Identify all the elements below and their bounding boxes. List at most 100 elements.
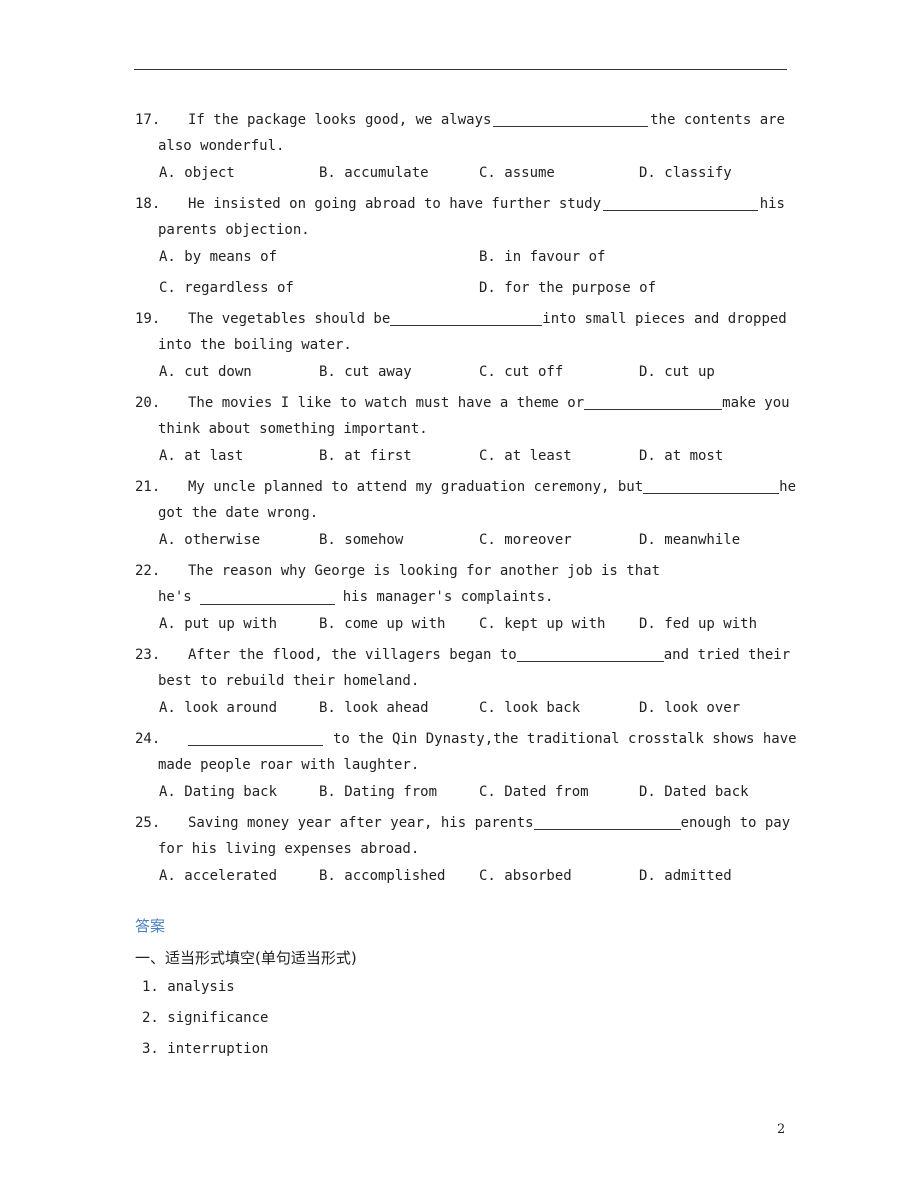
answer-option[interactable]: B. come up with	[319, 616, 479, 632]
question-number: 24.	[135, 730, 161, 747]
question-stem: 23. After the flood, the villagers began …	[135, 641, 790, 668]
answer-option[interactable]: C. kept up with	[479, 616, 639, 632]
question-text-before-blank: My uncle planned to attend my graduation…	[188, 478, 644, 495]
question-number: 25.	[135, 814, 161, 831]
answer-option[interactable]: B. accomplished	[319, 868, 479, 884]
answer-option[interactable]: C. at least	[479, 448, 639, 464]
answer-blank	[584, 395, 723, 410]
question-text: My uncle planned to attend my graduation…	[188, 479, 796, 495]
answer-option[interactable]: B. accumulate	[319, 165, 479, 181]
answer-option[interactable]: D. look over	[639, 700, 799, 716]
question-continuation: made people roar with laughter.	[158, 757, 420, 773]
answer-option[interactable]: A. accelerated	[159, 868, 319, 884]
answer-option[interactable]: C. look back	[479, 700, 639, 716]
question-stem: 25. Saving money year after year, his par…	[135, 809, 790, 836]
answer-option[interactable]: B. look ahead	[319, 700, 479, 716]
answer-blank	[390, 311, 543, 326]
answer-option[interactable]: A. by means of	[159, 249, 479, 265]
answer-option[interactable]: A. Dating back	[159, 784, 319, 800]
question-continuation: best to rebuild their homeland.	[158, 673, 420, 689]
question-stem: 21. My uncle planned to attend my graduat…	[135, 473, 796, 500]
answer-option[interactable]: D. admitted	[639, 868, 799, 884]
question-item: 20. The movies I like to watch must have …	[135, 389, 790, 469]
answer-blank	[516, 647, 664, 662]
answer-option[interactable]: D. meanwhile	[639, 532, 799, 548]
answer-option[interactable]: B. at first	[319, 448, 479, 464]
question-stem: 20. The movies I like to watch must have …	[135, 389, 790, 416]
answer-blank	[533, 815, 681, 830]
answer-option[interactable]: C. moreover	[479, 532, 639, 548]
question-text: If the package looks good, we always the …	[188, 112, 785, 128]
answer-option[interactable]: C. cut off	[479, 364, 639, 380]
answer-option[interactable]: A. cut down	[159, 364, 319, 380]
answer-item: 3. interruption	[142, 1041, 269, 1057]
question-continuation: parents objection.	[158, 222, 310, 238]
answer-option[interactable]: B. somehow	[319, 532, 479, 548]
question-text: The movies I like to watch must have a t…	[188, 395, 790, 411]
question-number: 20.	[135, 394, 161, 411]
answer-blank	[643, 479, 780, 494]
answer-option[interactable]: A. put up with	[159, 616, 319, 632]
answer-blank	[493, 112, 649, 127]
question-text-after-blank: enough to pay	[680, 814, 791, 831]
answer-option[interactable]: B. Dating from	[319, 784, 479, 800]
answer-option[interactable]: A. look around	[159, 700, 319, 716]
answer-option[interactable]: A. otherwise	[159, 532, 319, 548]
question-stem: 18. He insisted on going abroad to have f…	[135, 190, 785, 217]
question-text-after-blank: into small pieces and dropped	[542, 310, 787, 327]
options-row: A. otherwise B. somehow C. moreover D. mean…	[135, 526, 785, 553]
options-row: A. object B. accumulate C. assume D. classi…	[135, 159, 785, 186]
question-text-before-blank: Saving money year after year, his parent…	[188, 814, 534, 831]
question-continuation: think about something important.	[158, 421, 428, 437]
question-item: 24. to the Qin Dynasty,the traditional cr…	[135, 725, 797, 805]
answer-option[interactable]: C. Dated from	[479, 784, 639, 800]
answer-option[interactable]: D. at most	[639, 448, 799, 464]
answer-option[interactable]: C. absorbed	[479, 868, 639, 884]
question-text-after-blank: make you	[722, 394, 790, 411]
question-continuation: also wonderful.	[158, 138, 285, 154]
options-row: A. accelerated B. accomplished C. absorbed…	[135, 862, 785, 889]
options-row: A. look around B. look ahead C. look back D…	[135, 694, 785, 721]
answer-option[interactable]: B. cut away	[319, 364, 479, 380]
question-number: 23.	[135, 646, 161, 663]
answer-option[interactable]: D. classify	[639, 165, 799, 181]
answer-option[interactable]: D. fed up with	[639, 616, 799, 632]
question-text-before-blank: The reason why George is looking for ano…	[188, 562, 661, 579]
page-number: 2	[777, 1122, 786, 1137]
answers-heading: 答案	[135, 917, 166, 935]
continuation-after-blank: his manager's complaints.	[342, 589, 554, 605]
question-text: The vegetables should be into small piece…	[188, 311, 787, 327]
question-number: 22.	[135, 562, 161, 579]
answer-option[interactable]: D. cut up	[639, 364, 799, 380]
options-row: A. cut down B. cut away C. cut off D. cut u…	[135, 358, 785, 385]
header-rule	[134, 69, 787, 70]
answer-item: 2. significance	[142, 1010, 269, 1026]
answer-option[interactable]: D. for the purpose of	[479, 280, 799, 296]
question-text-after-blank: the contents are	[650, 111, 785, 128]
answer-blank	[188, 731, 323, 746]
question-list: 17. If the package looks good, we always t…	[135, 106, 797, 1072]
question-item: 17. If the package looks good, we always t…	[135, 106, 785, 186]
answer-option[interactable]: C. assume	[479, 165, 639, 181]
answer-option[interactable]: A. object	[159, 165, 319, 181]
answer-option[interactable]: A. at last	[159, 448, 319, 464]
answer-blank	[199, 590, 335, 605]
question-number: 17.	[135, 111, 161, 128]
question-number: 19.	[135, 310, 161, 327]
question-stem: 24. to the Qin Dynasty,the traditional cr…	[135, 725, 797, 752]
options-row: C. regardless of D. for the purpose of	[135, 274, 785, 301]
question-continuation: he's his manager's complaints.	[135, 584, 785, 610]
answer-option[interactable]: C. regardless of	[159, 280, 479, 296]
answer-option[interactable]: D. Dated back	[639, 784, 799, 800]
question-item: 23. After the flood, the villagers began …	[135, 641, 790, 721]
answers-section-title: 一、适当形式填空(单句适当形式)	[135, 949, 357, 967]
answer-option[interactable]: B. in favour of	[479, 249, 799, 265]
question-text: The reason why George is looking for ano…	[188, 563, 785, 579]
question-item: 21. My uncle planned to attend my graduat…	[135, 473, 796, 553]
question-continuation: for his living expenses abroad.	[158, 841, 420, 857]
question-number: 21.	[135, 478, 161, 495]
question-continuation: got the date wrong.	[158, 505, 319, 521]
question-stem: 19. The vegetables should be into small pi…	[135, 305, 787, 332]
question-item: 25. Saving money year after year, his par…	[135, 809, 790, 889]
answer-item: 1. analysis	[142, 979, 235, 995]
